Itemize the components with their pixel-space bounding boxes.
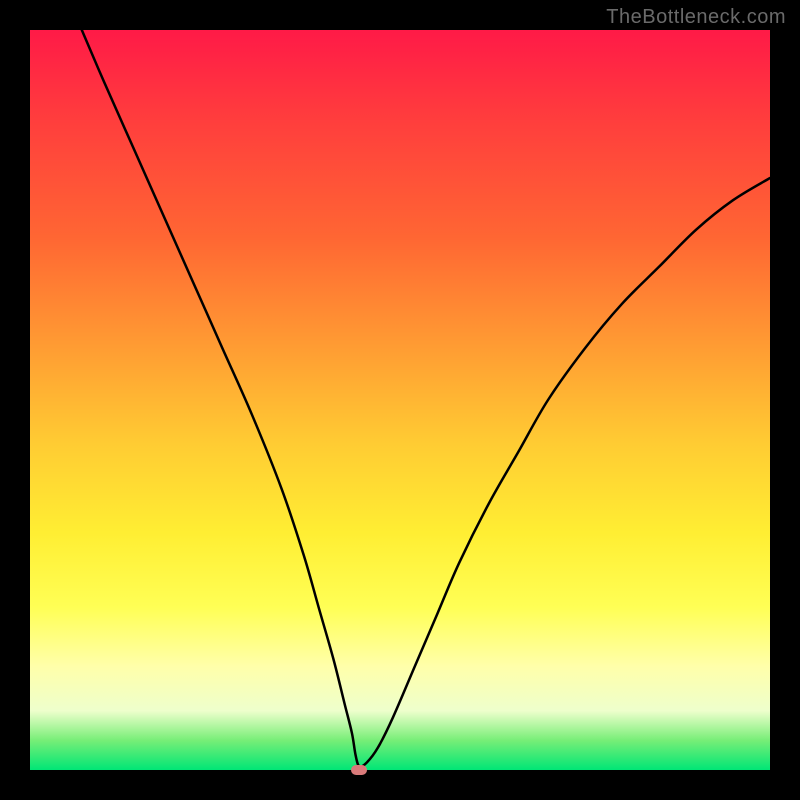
minimum-marker [351,765,367,775]
plot-area [30,30,770,770]
chart-frame: TheBottleneck.com [0,0,800,800]
bottleneck-curve [30,30,770,770]
watermark-text: TheBottleneck.com [606,6,786,29]
